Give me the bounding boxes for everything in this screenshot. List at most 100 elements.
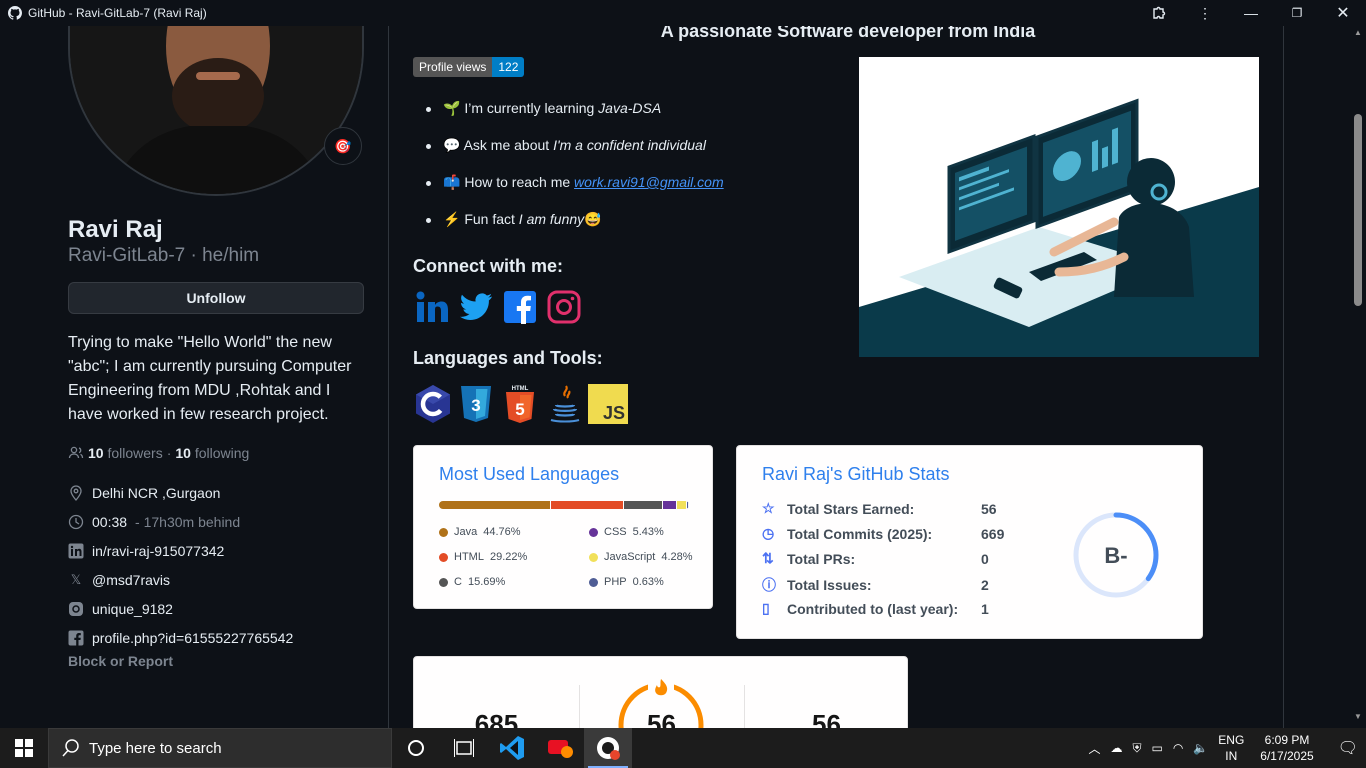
- twitter-icon[interactable]: [459, 290, 493, 324]
- linkedin-icon[interactable]: [415, 290, 449, 324]
- location-text: Delhi NCR ,Gurgaon: [92, 485, 221, 501]
- window-title: GitHub - Ravi-GitLab-7 (Ravi Raj): [28, 6, 207, 20]
- bullet-emphasis: I am funny: [518, 211, 585, 227]
- window-titlebar: GitHub - Ravi-GitLab-7 (Ravi Raj) ⋮ — ❐ …: [0, 0, 1366, 26]
- following-label: following: [194, 445, 250, 461]
- pr-icon: ⇅: [762, 550, 774, 566]
- scrollbar-thumb[interactable]: [1354, 114, 1362, 306]
- stat-row: ▯ Contributed to (last year): 1: [762, 600, 989, 617]
- javascript-color-dot: [589, 552, 598, 562]
- language-name: C: [454, 576, 462, 588]
- developer-illustration: [859, 57, 1259, 357]
- email-link[interactable]: work.ravi91@gmail.com: [574, 174, 724, 190]
- language-item: JavaScript 4.28%: [589, 551, 693, 563]
- streak-card: 685 56 56: [413, 656, 908, 728]
- stat-value: 669: [981, 525, 1005, 542]
- puzzle-icon: [1153, 6, 1166, 19]
- clock-date: 6/17/2025: [1260, 749, 1314, 763]
- linkedin-link[interactable]: in/ravi-raj-915077342: [68, 543, 224, 559]
- twitter-link[interactable]: 𝕏 @msd7ravis: [68, 572, 170, 588]
- languages-bar: [439, 501, 689, 509]
- region-code: IN: [1225, 749, 1238, 763]
- stat-value: 56: [981, 500, 997, 517]
- battery-icon[interactable]: ▭: [1152, 741, 1163, 755]
- javascript-icon[interactable]: JS: [588, 384, 628, 424]
- location-icon: [68, 485, 84, 501]
- language-name: Java: [454, 526, 478, 538]
- start-button[interactable]: [0, 728, 48, 768]
- cortana-button[interactable]: [392, 728, 440, 768]
- followers-link[interactable]: 10 followers: [88, 445, 163, 461]
- github-icon: [8, 6, 22, 20]
- block-report-link[interactable]: Block or Report: [68, 653, 173, 669]
- language-indicator[interactable]: ENG IN: [1218, 732, 1244, 764]
- language-bar-segment: [439, 501, 551, 509]
- notifications-icon[interactable]: 🗨: [1338, 738, 1358, 758]
- clock-time: 6:09 PM: [1264, 733, 1310, 747]
- stat-label: Contributed to (last year):: [787, 600, 959, 617]
- task-view-button[interactable]: [440, 728, 488, 768]
- bullet-text: How to reach me: [464, 174, 575, 190]
- connect-heading: Connect with me:: [413, 256, 564, 276]
- php-color-dot: [589, 577, 598, 587]
- mailbox-icon: 📫: [443, 174, 461, 190]
- c-icon[interactable]: [413, 384, 453, 424]
- facebook-text: profile.php?id=61555227765542: [92, 630, 294, 646]
- github-stats-card: Ravi Raj's GitHub Stats ☆ Total Stars Ear…: [736, 445, 1203, 639]
- stat-label: Total PRs:: [787, 550, 856, 567]
- java-color-dot: [439, 527, 448, 537]
- restore-button[interactable]: ❐: [1274, 0, 1320, 26]
- chevron-up-icon[interactable]: ︿: [1088, 740, 1100, 757]
- taskbar-search[interactable]: Type here to search: [48, 728, 392, 768]
- recorder-app[interactable]: [536, 728, 584, 768]
- css3-icon[interactable]: 3: [456, 384, 496, 424]
- list-item: 🌱 I’m currently learning Java-DSA: [425, 100, 662, 117]
- vertical-scrollbar[interactable]: ▲ ▼: [1350, 26, 1366, 728]
- extensions-button[interactable]: [1136, 0, 1182, 26]
- vscode-app[interactable]: [488, 728, 536, 768]
- instagram-link[interactable]: unique_9182: [68, 601, 173, 617]
- status-emoji-button[interactable]: 🎯: [324, 127, 362, 165]
- scroll-up-icon[interactable]: ▲: [1354, 28, 1362, 37]
- language-item: PHP 0.63%: [589, 576, 664, 588]
- clock-icon: [68, 514, 84, 530]
- instagram-icon[interactable]: [547, 290, 581, 324]
- avatar[interactable]: [68, 26, 364, 196]
- minimize-button[interactable]: —: [1228, 0, 1274, 26]
- java-icon[interactable]: [545, 384, 585, 424]
- language-name: HTML: [454, 551, 484, 563]
- page-content: 🎯 Ravi Raj Ravi-GitLab-7 · he/him Unfoll…: [0, 26, 1366, 728]
- browser-app[interactable]: [584, 728, 632, 768]
- wifi-icon[interactable]: ◠: [1173, 741, 1183, 755]
- more-menu-button[interactable]: ⋮: [1182, 0, 1228, 26]
- onedrive-icon[interactable]: ☁: [1110, 741, 1122, 755]
- scroll-down-icon[interactable]: ▼: [1354, 712, 1362, 721]
- location-item: Delhi NCR ,Gurgaon: [68, 485, 220, 501]
- stat-label: Total Issues:: [787, 577, 872, 593]
- language-name: PHP: [604, 576, 627, 588]
- clock[interactable]: 6:09 PM 6/17/2025: [1260, 732, 1313, 764]
- bullet-emphasis: I'm a confident individual: [553, 137, 706, 153]
- facebook-link[interactable]: profile.php?id=61555227765542: [68, 630, 293, 646]
- close-button[interactable]: ✕: [1320, 0, 1366, 26]
- following-link[interactable]: 10 following: [175, 445, 249, 461]
- vscode-icon: [500, 736, 524, 760]
- facebook-icon[interactable]: [503, 290, 537, 324]
- star-icon: ☆: [762, 500, 775, 516]
- bullet-emphasis: Java-DSA: [598, 100, 662, 116]
- search-placeholder: Type here to search: [89, 739, 222, 757]
- list-item: ⚡ Fun fact I am funny😅: [426, 211, 602, 228]
- taskbar: Type here to search ︿ ☁ ⛨ ▭ ◠ 🔈 ENG IN 6…: [0, 728, 1366, 768]
- followers-label: followers: [107, 445, 163, 461]
- grade-ring: B-: [1073, 512, 1159, 598]
- defender-icon[interactable]: ⛨: [1132, 741, 1141, 756]
- volume-icon[interactable]: 🔈: [1193, 741, 1208, 755]
- sweat-smile-icon: 😅: [584, 211, 602, 227]
- follow-stats: 10 followers · 10 following: [68, 445, 249, 461]
- unfollow-button[interactable]: Unfollow: [68, 282, 364, 314]
- system-tray: ︿ ☁ ⛨ ▭ ◠ 🔈 ENG IN 6:09 PM 6/17/2025 🗨: [1088, 728, 1366, 768]
- search-icon: [62, 739, 79, 757]
- html5-icon[interactable]: HTML 5: [500, 384, 540, 424]
- stat-row: ⓘ Total Issues: 2: [762, 575, 989, 595]
- svg-text:3: 3: [471, 396, 480, 415]
